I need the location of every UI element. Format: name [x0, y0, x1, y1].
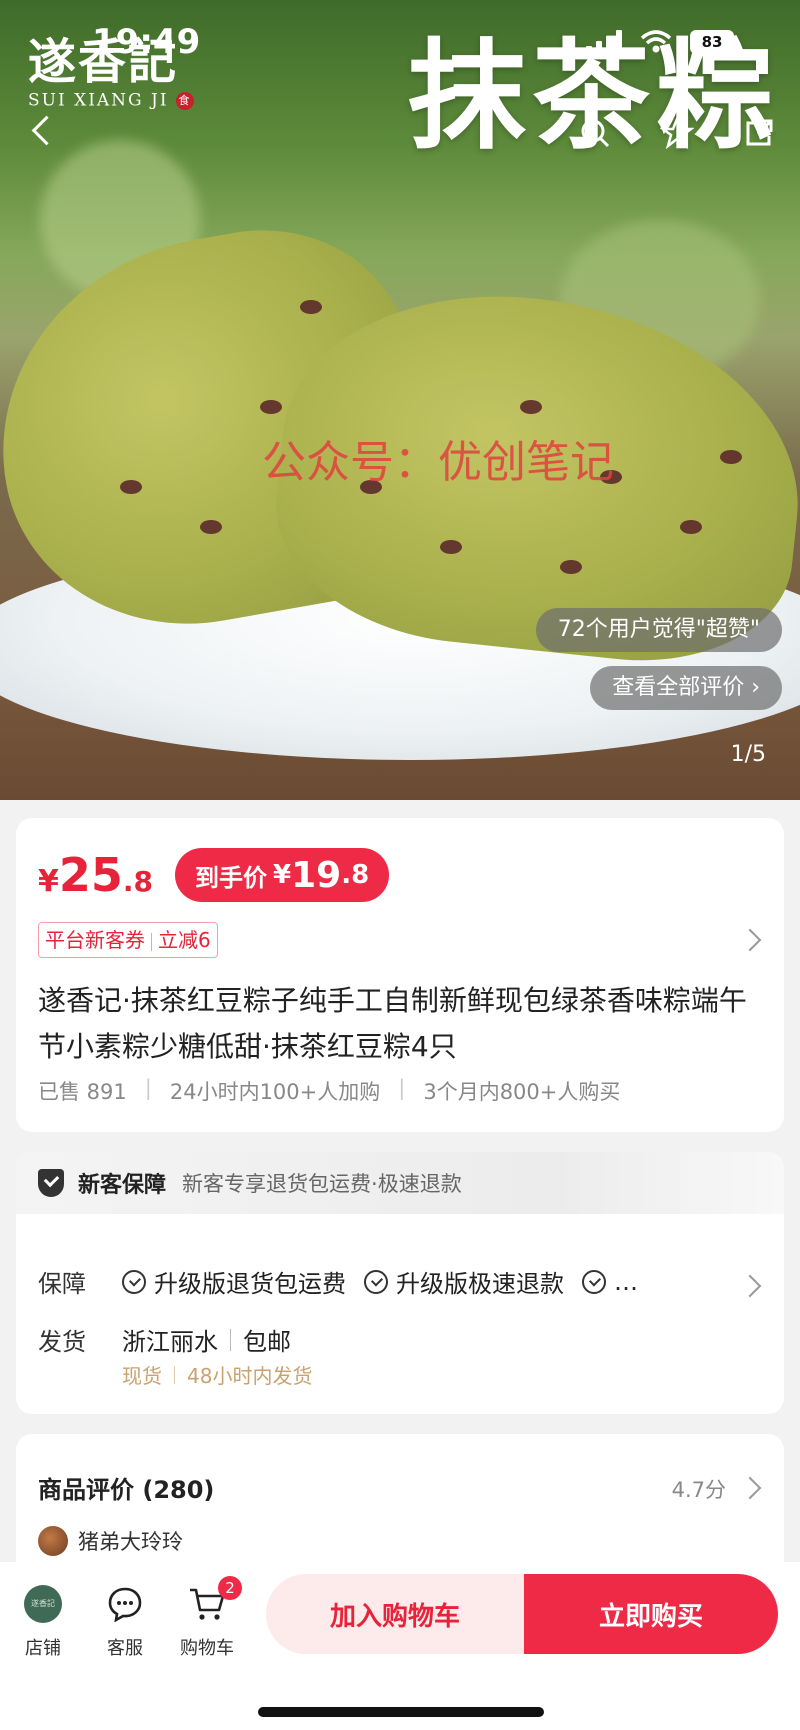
back-arrow-icon[interactable] — [28, 110, 56, 150]
price-integer: 25 — [58, 848, 123, 902]
shield-check-icon — [38, 1169, 64, 1197]
final-price-integer: 19 — [291, 854, 342, 896]
recent-cart-adds: 24小时内100+人加购 — [169, 1080, 381, 1104]
shipping-detail: 现货 48小时内发货 — [122, 1360, 312, 1389]
wifi-icon — [640, 30, 672, 53]
store-tab-label: 店铺 — [25, 1638, 61, 1659]
check-circle-icon — [364, 1269, 388, 1294]
review-user: 猪弟大玲玲 — [38, 1526, 183, 1556]
coupon-chevron-right-icon[interactable] — [738, 928, 762, 952]
guarantee-item-text: 升级版退货包运费 — [154, 1270, 346, 1298]
ship-origin: 浙江丽水 — [122, 1328, 218, 1356]
original-price: ¥25.8 — [38, 848, 153, 902]
shopping-cart-icon: 2 — [172, 1576, 242, 1624]
watermark-text: 公众号：优创笔记 — [262, 437, 614, 488]
cellular-signal-icon — [586, 30, 622, 54]
cart-count-badge: 2 — [218, 1576, 242, 1600]
red-bean — [120, 480, 142, 494]
red-bean — [260, 400, 282, 414]
sold-count: 已售 891 — [38, 1080, 127, 1104]
red-bean — [680, 520, 702, 534]
status-icons: 83 — [586, 30, 734, 54]
brand-seal-icon: 食 — [175, 91, 194, 110]
product-detail-page: 抹茶粽 遂香記 SUI XIANG JI 食 19:49 83 公众号：优创笔记… — [0, 0, 800, 1730]
red-bean — [440, 540, 462, 554]
guarantee-banner-desc: 新客专享退货包运费·极速退款 — [182, 1172, 462, 1196]
shipping-label: 发货 — [38, 1328, 86, 1356]
free-shipping: 包邮 — [243, 1328, 291, 1356]
price-currency: ¥ — [38, 864, 59, 899]
brand-name-en: SUI XIANG JI 食 — [28, 90, 194, 111]
status-time: 19:49 — [92, 22, 201, 62]
home-indicator[interactable] — [258, 1707, 544, 1717]
price-decimal: .8 — [122, 865, 154, 898]
guarantee-item-text: … — [614, 1267, 638, 1296]
guarantee-card: 新客保障 新客专享退货包运费·极速退款 保障 升级版退货包运费 升级版极速退款 … — [16, 1152, 784, 1414]
view-all-reviews-button[interactable]: 查看全部评价 › — [590, 666, 782, 710]
store-tab[interactable]: 遂香記 店铺 — [8, 1584, 78, 1660]
guarantee-item: … — [582, 1268, 638, 1296]
final-price-decimal: .8 — [341, 860, 370, 890]
product-title: 遂香记·抹茶红豆粽子纯手工自制新鲜现包绿茶香味粽端午节小素粽少糖低甜·抹茶红豆粽… — [38, 984, 747, 1063]
search-icon[interactable] — [570, 108, 620, 158]
buy-now-button[interactable]: 立即购买 — [524, 1574, 778, 1654]
brand-name-en-text: SUI XIANG JI — [28, 90, 169, 111]
battery-icon: 83 — [690, 30, 734, 54]
cart-tab[interactable]: 2 购物车 — [172, 1576, 242, 1660]
reviews-score: 4.7分 — [671, 1478, 726, 1502]
guarantee-label: 保障 — [38, 1270, 86, 1298]
guarantee-item: 升级版退货包运费 — [122, 1264, 346, 1299]
guarantee-item-text: 升级版极速退款 — [396, 1270, 564, 1298]
red-bean — [300, 300, 322, 314]
red-bean — [520, 400, 542, 414]
reviews-title: 商品评价 (280) — [38, 1476, 215, 1504]
guarantee-chevron-right-icon[interactable] — [738, 1274, 762, 1298]
chat-bubble-icon — [90, 1584, 160, 1624]
store-logo-icon: 遂香記 — [24, 1585, 62, 1623]
coupon-name: 平台新客券 — [45, 928, 145, 952]
recent-purchases: 3个月内800+人购买 — [423, 1080, 621, 1104]
share-icon[interactable] — [734, 108, 784, 158]
stock-status: 现货 — [122, 1364, 162, 1388]
red-bean — [560, 560, 582, 574]
new-customer-guarantee-banner[interactable]: 新客保障 新客专享退货包运费·极速退款 — [16, 1152, 784, 1214]
reviews-chevron-right-icon[interactable] — [738, 1476, 762, 1500]
check-circle-icon — [122, 1269, 146, 1294]
product-image-carousel[interactable]: 抹茶粽 遂香記 SUI XIANG JI 食 19:49 83 公众号：优创笔记… — [0, 0, 800, 800]
price-row: ¥25.8 到手价 ¥19.8 — [38, 848, 390, 902]
add-to-cart-button[interactable]: 加入购物车 — [266, 1574, 524, 1654]
cart-tab-label: 购物车 — [180, 1638, 234, 1659]
final-price-badge: 到手价 ¥19.8 — [175, 848, 390, 902]
final-price-label: 到手价 — [195, 863, 268, 892]
guarantee-item: 升级版极速退款 — [364, 1264, 564, 1299]
final-price-currency: ¥ — [273, 860, 292, 890]
shipping-row: 发货 浙江丽水 包邮 — [38, 1322, 291, 1357]
ship-time: 48小时内发货 — [187, 1364, 313, 1388]
guarantee-row[interactable]: 保障 升级版退货包运费 升级版极速退款 … — [38, 1264, 656, 1299]
guarantee-banner-title: 新客保障 — [78, 1173, 167, 1198]
red-bean — [200, 520, 222, 534]
customer-service-label: 客服 — [107, 1638, 143, 1659]
check-circle-icon — [582, 1269, 606, 1294]
customer-service-tab[interactable]: 客服 — [90, 1584, 160, 1660]
star-favorite-icon[interactable] — [652, 108, 702, 158]
avatar — [38, 1526, 68, 1556]
red-bean — [720, 450, 742, 464]
sales-stats: 已售 891 | 24小时内100+人加购 | 3个月内800+人购买 — [38, 1076, 621, 1104]
price-card: ¥25.8 到手价 ¥19.8 平台新客券 立减6 遂香记·抹茶红豆粽子纯手工自制… — [16, 818, 784, 1132]
image-counter: 1/5 — [730, 742, 766, 767]
liked-users-pill[interactable]: 72个用户觉得"超赞" — [535, 608, 782, 652]
coupon-discount: 立减6 — [158, 928, 211, 952]
review-username: 猪弟大玲玲 — [78, 1530, 183, 1554]
bottom-action-bar: 遂香記 店铺 客服 2 购物车 加入购物车 立即购买 — [0, 1562, 800, 1730]
new-customer-coupon[interactable]: 平台新客券 立减6 — [38, 922, 218, 958]
